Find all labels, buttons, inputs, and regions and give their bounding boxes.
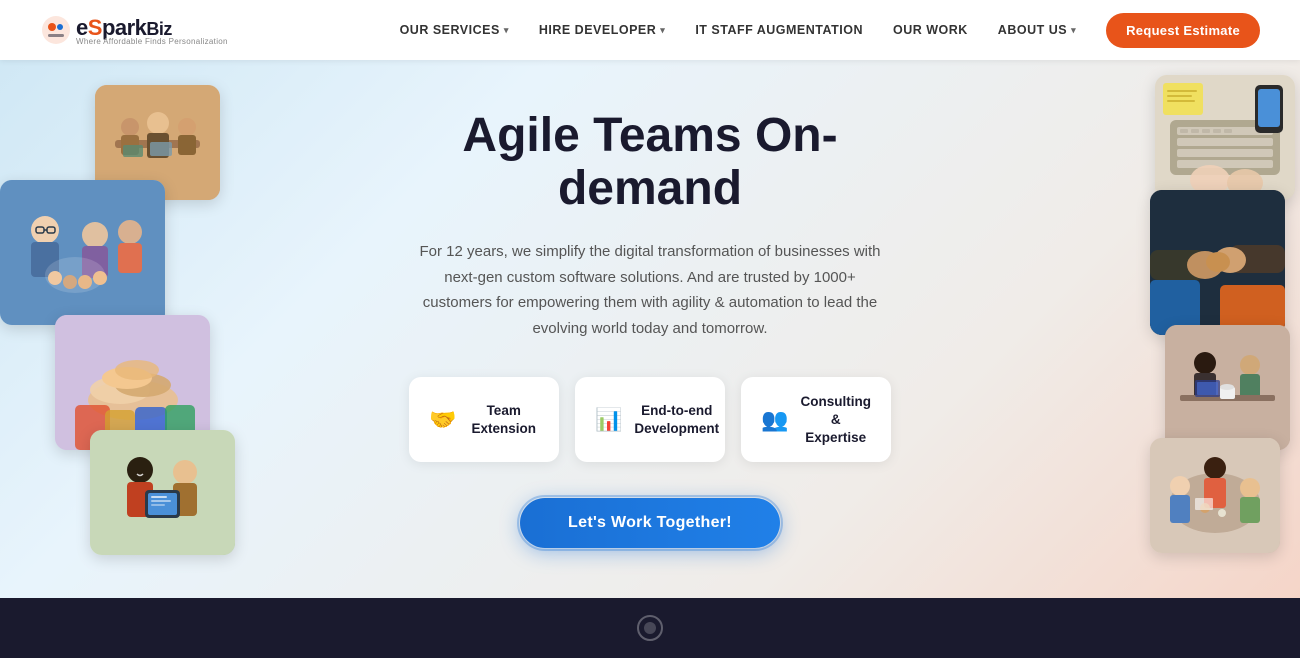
hero-section: Agile Teams On-demand For 12 years, we s… <box>0 60 1300 598</box>
service-card-end-to-end[interactable]: 📊 End-to-end Development <box>575 377 725 462</box>
right-collage-image-3 <box>1165 325 1290 450</box>
nav-cta-item[interactable]: Request Estimate <box>1106 13 1260 48</box>
nav-item-about-us[interactable]: ABOUT US ▾ <box>998 23 1076 37</box>
logo-tagline: Where Affordable Finds Personalization <box>76 37 228 46</box>
service-card-consulting[interactable]: 👥 Consulting & Expertise <box>741 377 891 462</box>
chevron-down-icon: ▾ <box>504 25 509 36</box>
navbar: eSparkBiz Where Affordable Finds Persona… <box>0 0 1300 60</box>
service-card-end-to-end-label: End-to-end Development <box>634 402 719 437</box>
nav-item-hire-developer[interactable]: HIRE DEVELOPER ▾ <box>539 23 665 37</box>
right-collage-image-2 <box>1150 190 1285 335</box>
end-to-end-icon: 📊 <box>595 407 622 433</box>
nav-link-our-work[interactable]: OUR WORK <box>893 23 968 37</box>
nav-item-our-work[interactable]: OUR WORK <box>893 23 968 37</box>
right-collage-image-4 <box>1150 438 1280 553</box>
left-collage <box>0 60 280 598</box>
collage-dark-hands <box>1150 190 1285 335</box>
service-card-team-extension-label: Team Extension <box>468 402 539 437</box>
hero-subtitle: For 12 years, we simplify the digital tr… <box>410 239 890 341</box>
chevron-down-icon: ▾ <box>660 25 665 36</box>
nav-link-our-services[interactable]: OUR SERVICES ▾ <box>400 23 509 37</box>
collage-image-2 <box>0 180 165 325</box>
service-cards-container: 🤝 Team Extension 📊 End-to-end Developmen… <box>410 377 890 462</box>
collage-team-table <box>1150 438 1280 553</box>
footer-bar <box>0 598 1300 658</box>
collage-office-meeting <box>1165 325 1290 450</box>
logo-icon <box>40 14 72 46</box>
nav-cta-button[interactable]: Request Estimate <box>1106 13 1260 48</box>
collage-team-collab <box>0 180 165 325</box>
nav-links: OUR SERVICES ▾ HIRE DEVELOPER ▾ IT STAFF… <box>400 13 1260 48</box>
logo[interactable]: eSparkBiz Where Affordable Finds Persona… <box>40 14 228 46</box>
service-card-team-extension[interactable]: 🤝 Team Extension <box>409 377 559 462</box>
nav-link-hire-developer[interactable]: HIRE DEVELOPER ▾ <box>539 23 665 37</box>
footer-icon <box>630 613 670 643</box>
cta-button[interactable]: Let's Work Together! <box>520 498 780 548</box>
nav-item-it-staff[interactable]: IT STAFF AUGMENTATION <box>695 23 863 37</box>
right-collage-image-1 <box>1155 75 1295 200</box>
nav-item-our-services[interactable]: OUR SERVICES ▾ <box>400 23 509 37</box>
team-extension-icon: 🤝 <box>429 407 456 433</box>
service-card-consulting-label: Consulting & Expertise <box>800 393 871 446</box>
nav-link-about-us[interactable]: ABOUT US ▾ <box>998 23 1076 37</box>
hero-content: Agile Teams On-demand For 12 years, we s… <box>390 70 910 588</box>
collage-image-4 <box>90 430 235 555</box>
right-collage <box>1060 60 1300 598</box>
collage-workspace <box>1155 75 1295 200</box>
consulting-icon: 👥 <box>761 407 788 433</box>
nav-link-it-staff[interactable]: IT STAFF AUGMENTATION <box>695 23 863 37</box>
collage-laptop-users <box>90 430 235 555</box>
chevron-down-icon: ▾ <box>1071 25 1076 36</box>
hero-title: Agile Teams On-demand <box>410 110 890 216</box>
